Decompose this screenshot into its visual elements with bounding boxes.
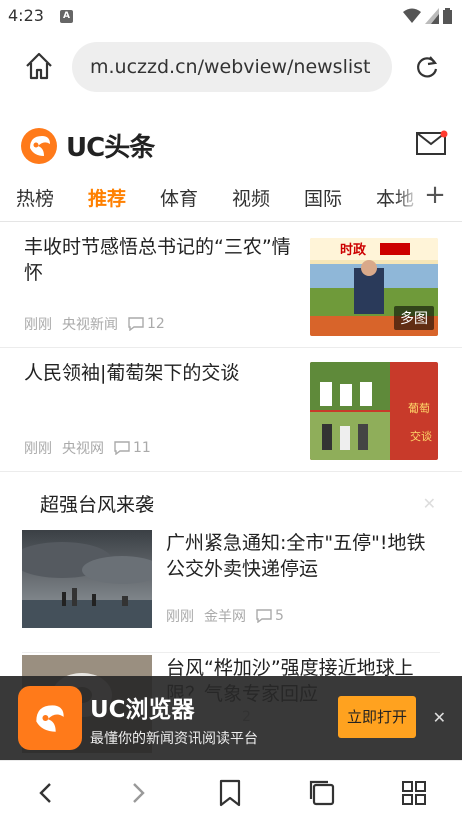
news-source: 金羊网 (204, 609, 246, 625)
news-thumbnail: 葡萄 交谈 (310, 362, 438, 460)
open-app-button[interactable]: 立即打开 (338, 696, 416, 738)
browser-bottom-nav (0, 760, 462, 823)
multi-image-badge: 多图 (394, 306, 434, 330)
grid-menu-icon (402, 781, 426, 805)
tabs-button[interactable] (304, 775, 340, 811)
browser-toolbar: m.uczzd.cn/webview/newslist (0, 34, 462, 100)
news-image (22, 530, 152, 628)
reload-button[interactable] (412, 52, 442, 82)
close-icon[interactable]: ✕ (423, 494, 436, 513)
logo-text: UC头条 (66, 132, 155, 163)
forward-button[interactable] (120, 775, 156, 811)
battery-icon (443, 8, 452, 24)
uc-squirrel-icon (21, 128, 57, 164)
news-title: 人民领袖|葡萄架下的交谈 (24, 362, 240, 384)
comment-icon (114, 441, 130, 455)
app-promo-banner[interactable]: UC浏览器 最懂你的新闻资讯阅读平台 立即打开 ✕ (0, 676, 462, 760)
news-time: 刚刚 (166, 609, 194, 625)
comment-icon (128, 317, 144, 331)
add-tab-button[interactable]: + (420, 180, 450, 210)
news-thumbnail: 时政 多图 (310, 238, 438, 336)
url-field[interactable]: m.uczzd.cn/webview/newslist (72, 42, 392, 92)
comment-count: 11 (114, 440, 151, 456)
news-time: 刚刚 (24, 441, 52, 457)
news-meta: 刚刚 金羊网 5 (166, 606, 284, 626)
menu-button[interactable] (396, 775, 432, 811)
wifi-icon (403, 8, 421, 23)
news-image: 葡萄 交谈 (310, 362, 438, 460)
uc-headline-logo: UC头条 (18, 124, 155, 166)
tab-video[interactable]: 视频 (232, 184, 270, 211)
uc-squirrel-icon (36, 705, 64, 732)
tab-hot[interactable]: 热榜 (16, 184, 54, 211)
news-title: 广州紧急通知:全市"五停"!地铁公交外卖快递停运 (166, 532, 426, 580)
news-meta: 刚刚 央视网 11 (24, 438, 151, 458)
notification-icon: A (60, 10, 73, 23)
mail-icon (416, 130, 448, 155)
comment-count: 12 (128, 316, 165, 332)
close-icon[interactable]: ✕ (433, 708, 446, 727)
news-item[interactable]: 人民领袖|葡萄架下的交谈 刚刚 央视网 11 葡萄 交谈 (0, 348, 462, 472)
reload-icon (417, 56, 438, 78)
svg-text:葡萄: 葡萄 (408, 402, 430, 415)
tab-international[interactable]: 国际 (304, 184, 342, 211)
svg-text:交谈: 交谈 (410, 429, 432, 443)
comment-icon (256, 609, 272, 623)
tabs-icon (309, 780, 335, 806)
tab-sports[interactable]: 体育 (160, 184, 198, 211)
promo-app-name: UC浏览器 (90, 697, 195, 723)
promo-description: 最懂你的新闻资讯阅读平台 (90, 731, 258, 747)
tab-recommend[interactable]: 推荐 (88, 184, 126, 211)
news-title: 丰收时节感悟总书记的“三农”情怀 (24, 236, 291, 284)
back-icon (39, 783, 51, 803)
home-button[interactable] (22, 48, 56, 84)
message-button[interactable] (416, 130, 448, 156)
svg-text:时政: 时政 (340, 242, 367, 258)
signal-icon (425, 8, 439, 24)
list-item[interactable]: 广州紧急通知:全市"五停"!地铁公交外卖快递停运 刚刚 金羊网 5 (22, 530, 440, 654)
back-button[interactable] (28, 775, 64, 811)
uc-browser-logo (18, 686, 82, 750)
forward-icon (133, 783, 145, 803)
news-item[interactable]: 丰收时节感悟总书记的“三农”情怀 刚刚 央视新闻 12 时政 多图 (0, 222, 462, 348)
bookmark-button[interactable] (212, 775, 248, 811)
category-tabs: 热榜 推荐 体育 视频 国际 本地 + (0, 176, 462, 222)
app-header: UC头条 (0, 100, 462, 180)
status-bar: 4:23 A (0, 0, 462, 34)
topic-title[interactable]: 超强台风来袭 (40, 490, 154, 517)
news-source: 央视网 (62, 441, 104, 457)
comment-count: 5 (256, 608, 284, 624)
news-meta: 刚刚 央视新闻 12 (24, 314, 165, 334)
home-icon (26, 52, 52, 80)
news-time: 刚刚 (24, 317, 52, 333)
news-thumbnail (22, 530, 152, 628)
bookmark-icon (219, 779, 241, 807)
news-source: 央视新闻 (62, 317, 118, 333)
status-time: 4:23 (8, 6, 44, 25)
status-icons (403, 8, 452, 24)
